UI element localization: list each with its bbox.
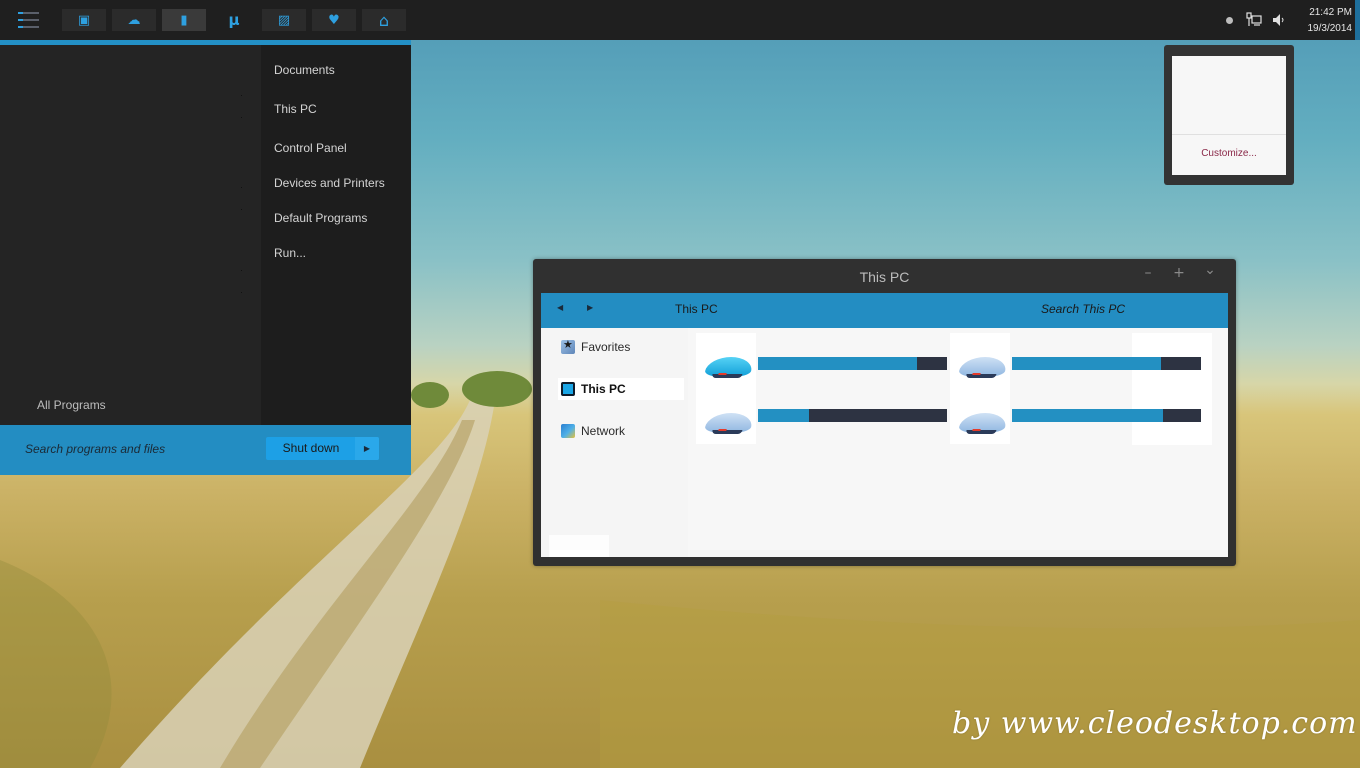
explorer-address-bar: ◀ ▶ This PC Search This PC bbox=[541, 293, 1228, 328]
home-icon: ⌂ bbox=[378, 10, 390, 30]
shutdown-options-arrow-icon[interactable]: ▶ bbox=[355, 437, 379, 460]
taskbar-pictures-button[interactable]: ▨ bbox=[262, 9, 306, 31]
drive-tile[interactable] bbox=[696, 389, 948, 445]
drive-usage-bar bbox=[758, 409, 947, 422]
nav-item-favorites[interactable]: ★ Favorites bbox=[561, 336, 630, 358]
clock[interactable]: 21:42 PM 19/3/2014 bbox=[1290, 5, 1353, 37]
wallpaper-tree bbox=[462, 371, 532, 407]
all-programs-link[interactable]: All Programs bbox=[37, 398, 106, 412]
notification-area-popup: Customize... bbox=[1164, 45, 1294, 185]
taskbar: ▣ ☁ ▮ μ ▨ ♥ ⌂ 21:42 PM 19/3/2014 bbox=[0, 0, 1360, 40]
window-title: This PC bbox=[859, 269, 910, 285]
start-menu-button[interactable] bbox=[16, 11, 40, 29]
taskbar-home-button[interactable]: ⌂ bbox=[362, 9, 406, 31]
start-menu-item-default-programs[interactable]: Default Programs bbox=[274, 211, 367, 225]
document-icon: ▮ bbox=[180, 12, 188, 28]
taskbar-documents-button[interactable]: ▮ bbox=[162, 9, 206, 31]
cloud-icon: ☁ bbox=[127, 12, 141, 28]
drive-usage-fill bbox=[1012, 357, 1162, 370]
drive-usage-bar bbox=[758, 357, 947, 370]
show-desktop-button[interactable] bbox=[1355, 0, 1360, 40]
start-menu-item-run[interactable]: Run... bbox=[274, 246, 306, 260]
navigation-pane: ★ Favorites This PC Network bbox=[541, 328, 688, 557]
details-pane bbox=[549, 535, 609, 557]
start-menu-item-documents[interactable]: Documents bbox=[274, 63, 335, 77]
volume-icon[interactable] bbox=[1272, 13, 1286, 27]
explorer-window: This PC – + ⌄ ◀ ▶ This PC Search This PC… bbox=[533, 259, 1236, 566]
maximize-button[interactable]: + bbox=[1171, 265, 1187, 281]
notification-dot-icon[interactable] bbox=[1226, 17, 1233, 24]
nav-item-network[interactable]: Network bbox=[561, 420, 625, 442]
popup-divider bbox=[1172, 134, 1286, 135]
minimize-button[interactable]: – bbox=[1140, 265, 1156, 281]
taskbar-onedrive-button[interactable]: ☁ bbox=[112, 9, 156, 31]
close-button[interactable]: ⌄ bbox=[1202, 262, 1218, 278]
start-menu: Documents This PC Control Panel Devices … bbox=[0, 45, 411, 475]
shutdown-label: Shut down bbox=[282, 441, 340, 455]
taskbar-favorites-button[interactable]: ♥ bbox=[312, 9, 356, 31]
favorites-star-icon: ★ bbox=[561, 339, 575, 354]
taskbar-utorrent-button[interactable]: μ bbox=[212, 9, 256, 31]
start-search-input[interactable]: Search programs and files bbox=[25, 442, 245, 456]
nav-item-this-pc[interactable]: This PC bbox=[558, 378, 684, 400]
start-menu-item-control-panel[interactable]: Control Panel bbox=[274, 141, 347, 155]
drive-usage-fill bbox=[758, 409, 810, 422]
customize-link[interactable]: Customize... bbox=[1172, 148, 1286, 159]
clock-time: 21:42 PM bbox=[1309, 7, 1352, 18]
watermark-text: by www.cleodesktop.com bbox=[952, 706, 1358, 741]
explorer-search-input[interactable]: Search This PC bbox=[1041, 302, 1125, 316]
shutdown-button[interactable]: Shut down ▶ bbox=[266, 437, 379, 460]
explorer-body: ★ Favorites This PC Network bbox=[541, 328, 1228, 557]
back-arrow-icon[interactable]: ◀ bbox=[557, 303, 563, 312]
start-menu-programs-pane bbox=[0, 45, 261, 425]
wallpaper-tree bbox=[411, 382, 449, 408]
network-globe-icon bbox=[561, 424, 575, 438]
address-location[interactable]: This PC bbox=[675, 302, 718, 316]
clock-date: 19/3/2014 bbox=[1307, 23, 1353, 34]
heart-icon: ♥ bbox=[328, 12, 340, 28]
taskbar-media-player-button[interactable]: ▣ bbox=[62, 9, 106, 31]
utorrent-icon: μ bbox=[228, 11, 240, 29]
start-menu-item-devices-and-printers[interactable]: Devices and Printers bbox=[274, 176, 385, 190]
notification-area-popup-body: Customize... bbox=[1172, 56, 1286, 175]
forward-arrow-icon[interactable]: ▶ bbox=[587, 303, 593, 312]
drive-tile[interactable] bbox=[950, 389, 1202, 445]
drive-usage-bar bbox=[1012, 409, 1201, 422]
drive-usage-bar bbox=[1012, 357, 1201, 370]
content-pane bbox=[692, 328, 1228, 557]
start-menu-item-this-pc[interactable]: This PC bbox=[274, 102, 317, 116]
picture-icon: ▨ bbox=[277, 12, 291, 28]
media-icon: ▣ bbox=[77, 12, 91, 28]
drive-tile[interactable] bbox=[950, 333, 1202, 389]
drive-usage-fill bbox=[758, 357, 917, 370]
start-menu-footer: Search programs and files Shut down ▶ bbox=[0, 425, 411, 475]
drive-usage-fill bbox=[1012, 409, 1164, 422]
drive-tile[interactable] bbox=[696, 333, 948, 389]
computer-icon bbox=[561, 382, 575, 396]
hamburger-menu-icon bbox=[18, 12, 39, 14]
network-icon[interactable] bbox=[1246, 12, 1262, 28]
